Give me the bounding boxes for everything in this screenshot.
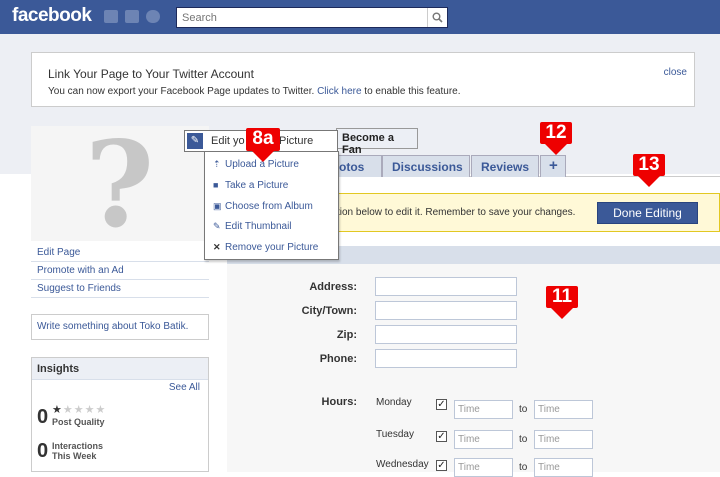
menu-item-label: Edit Thumbnail (225, 221, 292, 232)
callout-12-arrow (545, 144, 567, 155)
notifications-icon[interactable] (146, 10, 160, 23)
edit-instructions-text: ction below to edit it. Remember to save… (332, 207, 576, 218)
menu-item-label: Remove your Picture (225, 242, 319, 253)
to-label: to (519, 462, 528, 473)
menu-item-label: Take a Picture (225, 180, 289, 191)
edit-picture-label-tail: Picture (279, 135, 314, 147)
hours-label: Hours: (321, 396, 357, 408)
insights-title: Insights (32, 358, 208, 380)
notice-text-before: You can now export your Facebook Page up… (48, 86, 318, 97)
callout-13: 13 (633, 154, 665, 176)
tuesday-close-time[interactable]: Time (534, 430, 593, 449)
search-button[interactable] (427, 8, 447, 27)
monday-close-time[interactable]: Time (534, 400, 593, 419)
insights-panel: Insights See All 0 ★★★★★ Post Quality 0 … (31, 357, 209, 472)
interactions-label: Interactions (52, 441, 104, 451)
menu-choose-album[interactable]: ▣ Choose from Album (205, 198, 338, 218)
monday-checkbox[interactable]: ✓ (436, 399, 447, 410)
top-bar: facebook (0, 0, 720, 34)
notice-click-here-link[interactable]: Click here (317, 86, 361, 97)
post-quality-label: Post Quality (52, 417, 105, 427)
edit-picture-menu: ⇡ Upload a Picture ■ Take a Picture ▣ Choos… (204, 151, 339, 260)
edit-picture-label: Edit yo (211, 135, 245, 147)
city-input[interactable] (375, 301, 517, 320)
tuesday-open-time[interactable]: Time (454, 430, 513, 449)
search-input[interactable] (177, 8, 425, 27)
edit-page-link[interactable]: Edit Page (31, 244, 209, 262)
upload-icon: ⇡ (213, 159, 221, 169)
notice-text: You can now export your Facebook Page up… (48, 86, 461, 97)
address-label: Address: (309, 281, 357, 293)
twitter-notice: Link Your Page to Your Twitter Account Y… (31, 52, 695, 107)
become-fan-button[interactable]: Become a Fan (336, 128, 418, 156)
zip-label: Zip: (336, 329, 357, 341)
menu-remove-picture[interactable]: ✕ Remove your Picture (205, 239, 338, 259)
tab-discussions[interactable]: Discussions (382, 155, 470, 177)
friend-requests-icon[interactable] (104, 10, 118, 23)
info-form: Address: City/Town: Zip: Phone: Hours: M… (227, 246, 720, 477)
messages-icon[interactable] (125, 10, 139, 23)
x-icon: ✕ (213, 242, 221, 252)
done-editing-button[interactable]: Done Editing (597, 202, 698, 224)
menu-item-label: Choose from Album (225, 201, 313, 212)
address-input[interactable] (375, 277, 517, 296)
tuesday-checkbox[interactable]: ✓ (436, 431, 447, 442)
wednesday-checkbox[interactable]: ✓ (436, 460, 447, 471)
callout-8a: 8a (246, 128, 280, 151)
interactions-value: 0 (37, 440, 49, 462)
callout-11: 11 (546, 286, 578, 308)
pencil-icon: ✎ (187, 133, 203, 149)
album-icon: ▣ (213, 201, 222, 211)
facebook-logo[interactable]: facebook (12, 5, 92, 27)
rating-stars-icon: ★★★★★ (52, 404, 107, 416)
to-label: to (519, 404, 528, 415)
notice-title: Link Your Page to Your Twitter Account (48, 67, 254, 81)
suggest-friends-link[interactable]: Suggest to Friends (31, 280, 209, 298)
callout-13-arrow (638, 176, 660, 187)
wednesday-open-time[interactable]: Time (454, 458, 513, 477)
menu-take-picture[interactable]: ■ Take a Picture (205, 177, 338, 197)
tab-add[interactable]: + (540, 155, 566, 177)
day-label-tuesday: Tuesday (376, 429, 414, 440)
pencil-icon: ✎ (213, 221, 221, 231)
see-all-link[interactable]: See All (169, 382, 200, 393)
menu-edit-thumbnail[interactable]: ✎ Edit Thumbnail (205, 218, 338, 238)
notice-close-link[interactable]: close (664, 67, 687, 78)
tab-reviews[interactable]: Reviews (471, 155, 539, 177)
tab-photos[interactable]: otos (332, 155, 382, 177)
callout-8a-arrow (252, 151, 274, 162)
post-quality-value: 0 (37, 406, 49, 428)
question-mark-placeholder-icon: ? (85, 115, 155, 254)
to-label: to (519, 434, 528, 445)
zip-input[interactable] (375, 325, 517, 344)
callout-11-arrow (551, 308, 573, 319)
phone-input[interactable] (375, 349, 517, 368)
search-box (176, 7, 448, 28)
day-label-wednesday: Wednesday (376, 459, 429, 470)
callout-12: 12 (540, 122, 572, 144)
city-label: City/Town: (301, 305, 357, 317)
day-label-monday: Monday (376, 397, 412, 408)
notice-text-after: to enable this feature. (361, 86, 461, 97)
interactions-label-week: This Week (52, 451, 97, 461)
monday-open-time[interactable]: Time (454, 400, 513, 419)
write-about-box[interactable]: Write something about Toko Batik. (31, 314, 209, 340)
wednesday-close-time[interactable]: Time (534, 458, 593, 477)
phone-label: Phone: (319, 353, 357, 365)
search-icon (432, 12, 443, 23)
promote-ad-link[interactable]: Promote with an Ad (31, 262, 209, 280)
camera-icon: ■ (213, 180, 219, 190)
